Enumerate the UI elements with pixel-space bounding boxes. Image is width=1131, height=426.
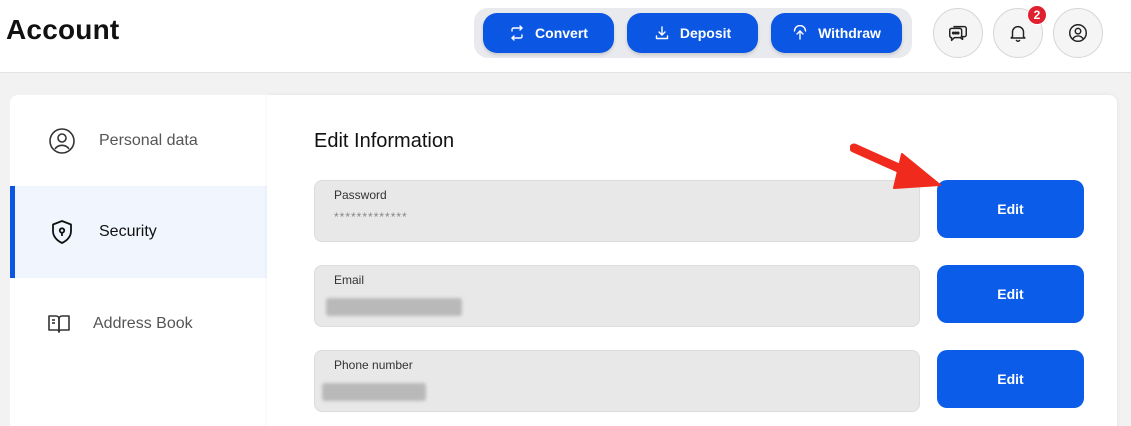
convert-icon [511,25,523,41]
withdraw-icon [793,25,807,40]
chat-icon [949,25,967,42]
annotation-arrow-icon [850,143,941,189]
password-label: Password [334,188,387,202]
withdraw-label: Withdraw [818,25,881,41]
convert-label: Convert [535,25,588,41]
top-bar: Account Convert Deposit Withdraw 2 [0,0,1131,73]
user-icon [1069,24,1087,42]
book-icon [45,310,73,338]
convert-button[interactable]: Convert [483,13,614,53]
chat-button[interactable] [933,8,983,58]
sidebar: Personal data Security Address Book [10,95,267,426]
redacted-phone-number [322,383,426,401]
sidebar-item-personal-data[interactable]: Personal data [10,95,267,187]
phone-number-label: Phone number [334,358,413,372]
edit-phone-number-button[interactable]: Edit [937,350,1084,408]
sidebar-item-label: Personal data [99,132,198,149]
edit-email-button[interactable]: Edit [937,265,1084,323]
deposit-label: Deposit [679,25,732,41]
email-field: Email [314,265,920,327]
user-circle-icon [48,127,76,155]
page-title: Account [6,14,120,45]
edit-information-panel: Edit Information Password ************* … [267,95,1117,426]
password-field: Password ************* [314,180,920,242]
action-button-group: Convert Deposit Withdraw [474,8,912,58]
deposit-icon [655,26,669,40]
sidebar-item-label: Address Book [93,315,193,332]
profile-button[interactable] [1053,8,1103,58]
withdraw-button[interactable]: Withdraw [771,13,902,53]
edit-password-button[interactable]: Edit [937,180,1084,238]
password-value: ************* [334,210,408,224]
section-title: Edit Information [314,130,455,152]
email-label: Email [334,273,365,287]
phone-number-field: Phone number [314,350,920,412]
deposit-button[interactable]: Deposit [627,13,758,53]
notification-badge: 2 [1027,5,1047,25]
redacted-email [326,298,462,316]
sidebar-item-address-book[interactable]: Address Book [10,278,267,370]
sidebar-item-label: Security [99,223,157,240]
sidebar-item-security[interactable]: Security [10,186,267,278]
shield-icon [48,218,76,246]
bell-icon [1010,25,1026,42]
